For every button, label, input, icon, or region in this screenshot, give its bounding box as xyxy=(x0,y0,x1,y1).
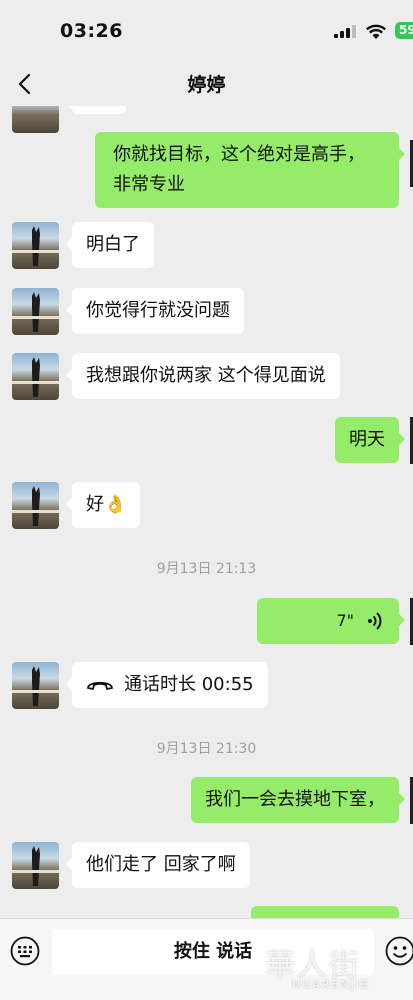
wifi-icon xyxy=(365,24,387,39)
voice-message-bubble[interactable]: 7" xyxy=(257,598,405,644)
call-duration-text: 通话时长 00:55 xyxy=(124,674,254,695)
contact-avatar[interactable] xyxy=(12,288,59,335)
message-bubble-in[interactable]: 好👌 xyxy=(65,482,141,528)
nav-bar: 婷婷 xyxy=(0,62,413,106)
timestamp: 9月13日 21:30 xyxy=(156,741,257,757)
contact-avatar[interactable] xyxy=(12,353,59,400)
message-bubble-out[interactable]: 明天 xyxy=(335,417,405,463)
chat-title: 婷婷 xyxy=(187,74,226,96)
voice-wave-icon xyxy=(368,612,382,630)
message-bubble-out[interactable]: 你就找目标，这个绝对是高手， 非常专业 xyxy=(95,132,405,208)
call-record-bubble[interactable]: 通话时长 00:55 xyxy=(66,662,268,708)
battery-indicator: 59 xyxy=(395,22,413,39)
message-bubble-in[interactable]: 他们走了 回家了啊 xyxy=(66,842,250,888)
chat-message-list[interactable]: 你就找目标，这个绝对是高手， 非常专业 明白了 你觉得行就没问题 我想跟你说两家… xyxy=(0,106,413,918)
contact-avatar[interactable] xyxy=(12,106,59,133)
voice-duration: 7" xyxy=(336,611,354,630)
keyboard-icon[interactable] xyxy=(10,936,40,966)
message-bubble-partial[interactable] xyxy=(251,906,399,918)
status-time: 03:26 xyxy=(60,20,123,42)
timestamp: 9月13日 21:13 xyxy=(156,561,257,577)
message-bubble-in[interactable]: 你觉得行就没问题 xyxy=(66,288,244,334)
phone-hangup-icon xyxy=(87,681,113,690)
watermark-text: HUARENJIE xyxy=(292,978,371,991)
message-bubble-in[interactable]: 我想跟你说两家 这个得见面说 xyxy=(66,353,340,399)
contact-avatar[interactable] xyxy=(12,842,59,889)
signal-icon xyxy=(334,25,358,38)
message-text: 非常专业 xyxy=(113,174,185,195)
contact-avatar[interactable] xyxy=(12,482,59,529)
contact-avatar[interactable] xyxy=(12,662,59,709)
message-bubble-out[interactable]: 我们一会去摸地下室， xyxy=(191,777,405,823)
message-bubble-in[interactable]: 明白了 xyxy=(66,222,154,268)
message-bubble-partial[interactable] xyxy=(66,106,126,114)
emoji-icon[interactable] xyxy=(385,936,413,966)
message-text: 你就找目标，这个绝对是高手， xyxy=(113,144,365,165)
status-bar: 03:26 59 xyxy=(0,0,413,62)
contact-avatar[interactable] xyxy=(12,222,59,269)
